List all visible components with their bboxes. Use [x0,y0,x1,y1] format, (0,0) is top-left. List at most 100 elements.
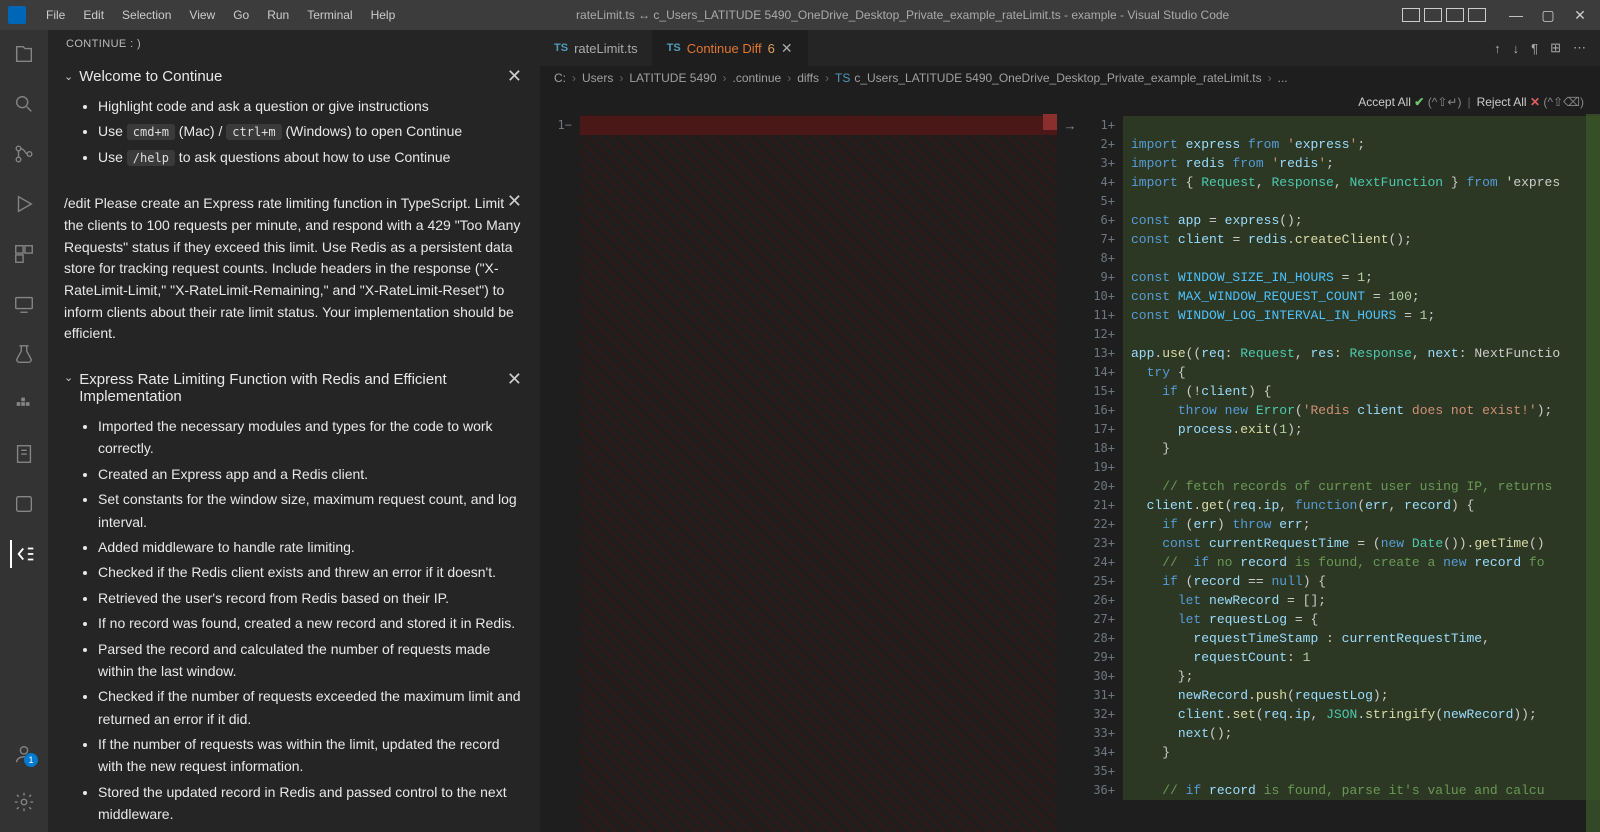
whitespace-icon[interactable]: ¶ [1531,41,1538,56]
code-line[interactable]: import { Request, Response, NextFunction… [1123,173,1600,192]
code-line[interactable]: const app = express(); [1123,211,1600,230]
tab-label: Continue Diff [687,41,762,56]
code-line[interactable]: let newRecord = []; [1123,591,1600,610]
code-line[interactable]: // fetch records of current user using I… [1123,477,1600,496]
menu-selection[interactable]: Selection [114,4,179,26]
code-line[interactable]: app.use((req: Request, res: Response, ne… [1123,344,1600,363]
remote-icon[interactable] [10,290,38,318]
diff-left-pane[interactable]: 1− [540,114,1057,832]
extra-icon[interactable] [10,490,38,518]
menu-help[interactable]: Help [363,4,404,26]
source-control-icon[interactable] [10,140,38,168]
chevron-down-icon[interactable]: ⌄ [64,70,73,83]
code-line[interactable] [1123,762,1600,781]
menu-edit[interactable]: Edit [75,4,112,26]
result-bullet: Retrieved the user's record from Redis b… [98,587,524,609]
code-line[interactable]: // if record is found, parse it's value … [1123,781,1600,800]
result-bullet: Checked if the Redis client exists and t… [98,561,524,583]
arrow-up-icon[interactable]: ↑ [1494,41,1501,56]
chevron-down-icon[interactable]: ⌄ [64,371,73,384]
code-line[interactable]: import redis from 'redis'; [1123,154,1600,173]
code-line[interactable]: throw new Error('Redis client does not e… [1123,401,1600,420]
close-icon[interactable]: ✕ [507,369,522,390]
diff-right-pane[interactable]: 1+2+3+4+5+6+7+8+9+10+11+12+13+14+15+16+1… [1083,114,1600,832]
code-line[interactable]: process.exit(1); [1123,420,1600,439]
code-line[interactable]: } [1123,439,1600,458]
code-line[interactable]: if (!client) { [1123,382,1600,401]
code-line[interactable]: let requestLog = { [1123,610,1600,629]
code-line[interactable]: if (err) throw err; [1123,515,1600,534]
search-icon[interactable] [10,90,38,118]
close-window-button[interactable]: ✕ [1568,7,1592,24]
code-line[interactable]: requestCount: 1 [1123,648,1600,667]
code-line[interactable]: try { [1123,363,1600,382]
result-bullet: Set constants for the window size, maxim… [98,488,524,533]
code-line[interactable]: if (record == null) { [1123,572,1600,591]
code-line[interactable]: // if no record is found, create a new r… [1123,553,1600,572]
maximize-button[interactable]: ▢ [1536,7,1560,24]
code-line[interactable]: client.set(req.ip, JSON.stringify(newRec… [1123,705,1600,724]
minimize-button[interactable]: — [1504,7,1528,23]
extensions-icon[interactable] [10,240,38,268]
arrow-down-icon[interactable]: ↓ [1513,41,1520,56]
code-line[interactable]: const MAX_WINDOW_REQUEST_COUNT = 100; [1123,287,1600,306]
tab-ratelimit[interactable]: TS rateLimit.ts [540,30,653,66]
docker-icon[interactable] [10,390,38,418]
tab-continue-diff[interactable]: TS Continue Diff 6 ✕ [653,30,808,66]
code-line[interactable] [1123,192,1600,211]
tab-badge: 6 [768,41,775,56]
reject-all-button[interactable]: Reject All ✕ (^⇧⌫) [1477,95,1584,109]
menu-go[interactable]: Go [225,4,257,26]
typescript-icon: TS [667,42,681,54]
split-icon[interactable]: ⊞ [1550,40,1561,56]
prompt-section: ✕ /edit Please create an Express rate li… [48,181,540,361]
menu-terminal[interactable]: Terminal [299,4,360,26]
result-bullet: Wrapped the code in a try-catch block to… [98,829,524,832]
result-bullet: If the number of requests was within the… [98,733,524,778]
explorer-icon[interactable] [10,40,38,68]
code-line[interactable]: } [1123,743,1600,762]
minimap-icon [1586,114,1600,832]
close-icon[interactable]: ✕ [507,66,522,87]
more-icon[interactable]: ⋯ [1573,40,1586,56]
code-line[interactable]: const WINDOW_LOG_INTERVAL_IN_HOURS = 1; [1123,306,1600,325]
code-line[interactable]: const currentRequestTime = (new Date()).… [1123,534,1600,553]
tab-label: rateLimit.ts [574,41,638,56]
result-bullet: Checked if the number of requests exceed… [98,685,524,730]
sidebar-title: CONTINUE : ) [48,30,540,58]
continue-sidebar: CONTINUE : ) ⌄ Welcome to Continue ✕ Hig… [48,30,540,832]
result-bullet: Created an Express app and a Redis clien… [98,463,524,485]
continue-icon[interactable] [10,540,38,568]
title-bar: File Edit Selection View Go Run Terminal… [0,0,1600,30]
code-line[interactable]: client.get(req.ip, function(err, record)… [1123,496,1600,515]
code-line[interactable] [1123,325,1600,344]
run-debug-icon[interactable] [10,190,38,218]
code-line[interactable] [1123,249,1600,268]
code-line[interactable]: requestTimeStamp : currentRequestTime, [1123,629,1600,648]
close-icon[interactable]: ✕ [781,40,793,57]
code-line[interactable]: const WINDOW_SIZE_IN_HOURS = 1; [1123,268,1600,287]
accept-all-button[interactable]: Accept All ✔ (^⇧↵) [1358,95,1461,109]
vscode-icon [8,6,26,24]
layout-controls[interactable] [1402,8,1486,22]
code-line[interactable]: next(); [1123,724,1600,743]
window-title: rateLimit.ts ↔ c_Users_LATITUDE 5490_One… [403,8,1402,22]
welcome-bullet: Highlight code and ask a question or giv… [98,95,524,117]
code-line[interactable]: newRecord.push(requestLog); [1123,686,1600,705]
code-line[interactable] [1123,116,1600,135]
close-icon[interactable]: ✕ [507,191,522,212]
menu-file[interactable]: File [38,4,73,26]
menu-run[interactable]: Run [259,4,297,26]
result-section: ⌄ Express Rate Limiting Function with Re… [48,361,540,832]
testing-icon[interactable] [10,340,38,368]
settings-gear-icon[interactable] [10,788,38,816]
code-line[interactable]: import express from 'express'; [1123,135,1600,154]
menu-view[interactable]: View [181,4,223,26]
code-line[interactable] [1123,458,1600,477]
account-icon[interactable]: 1 [10,740,38,768]
code-line[interactable]: }; [1123,667,1600,686]
welcome-bullet: Use cmd+m (Mac) / ctrl+m (Windows) to op… [98,120,524,142]
breadcrumb[interactable]: C:› Users› LATITUDE 5490› .continue› dif… [540,66,1600,90]
code-line[interactable]: const client = redis.createClient(); [1123,230,1600,249]
bookmark-icon[interactable] [10,440,38,468]
